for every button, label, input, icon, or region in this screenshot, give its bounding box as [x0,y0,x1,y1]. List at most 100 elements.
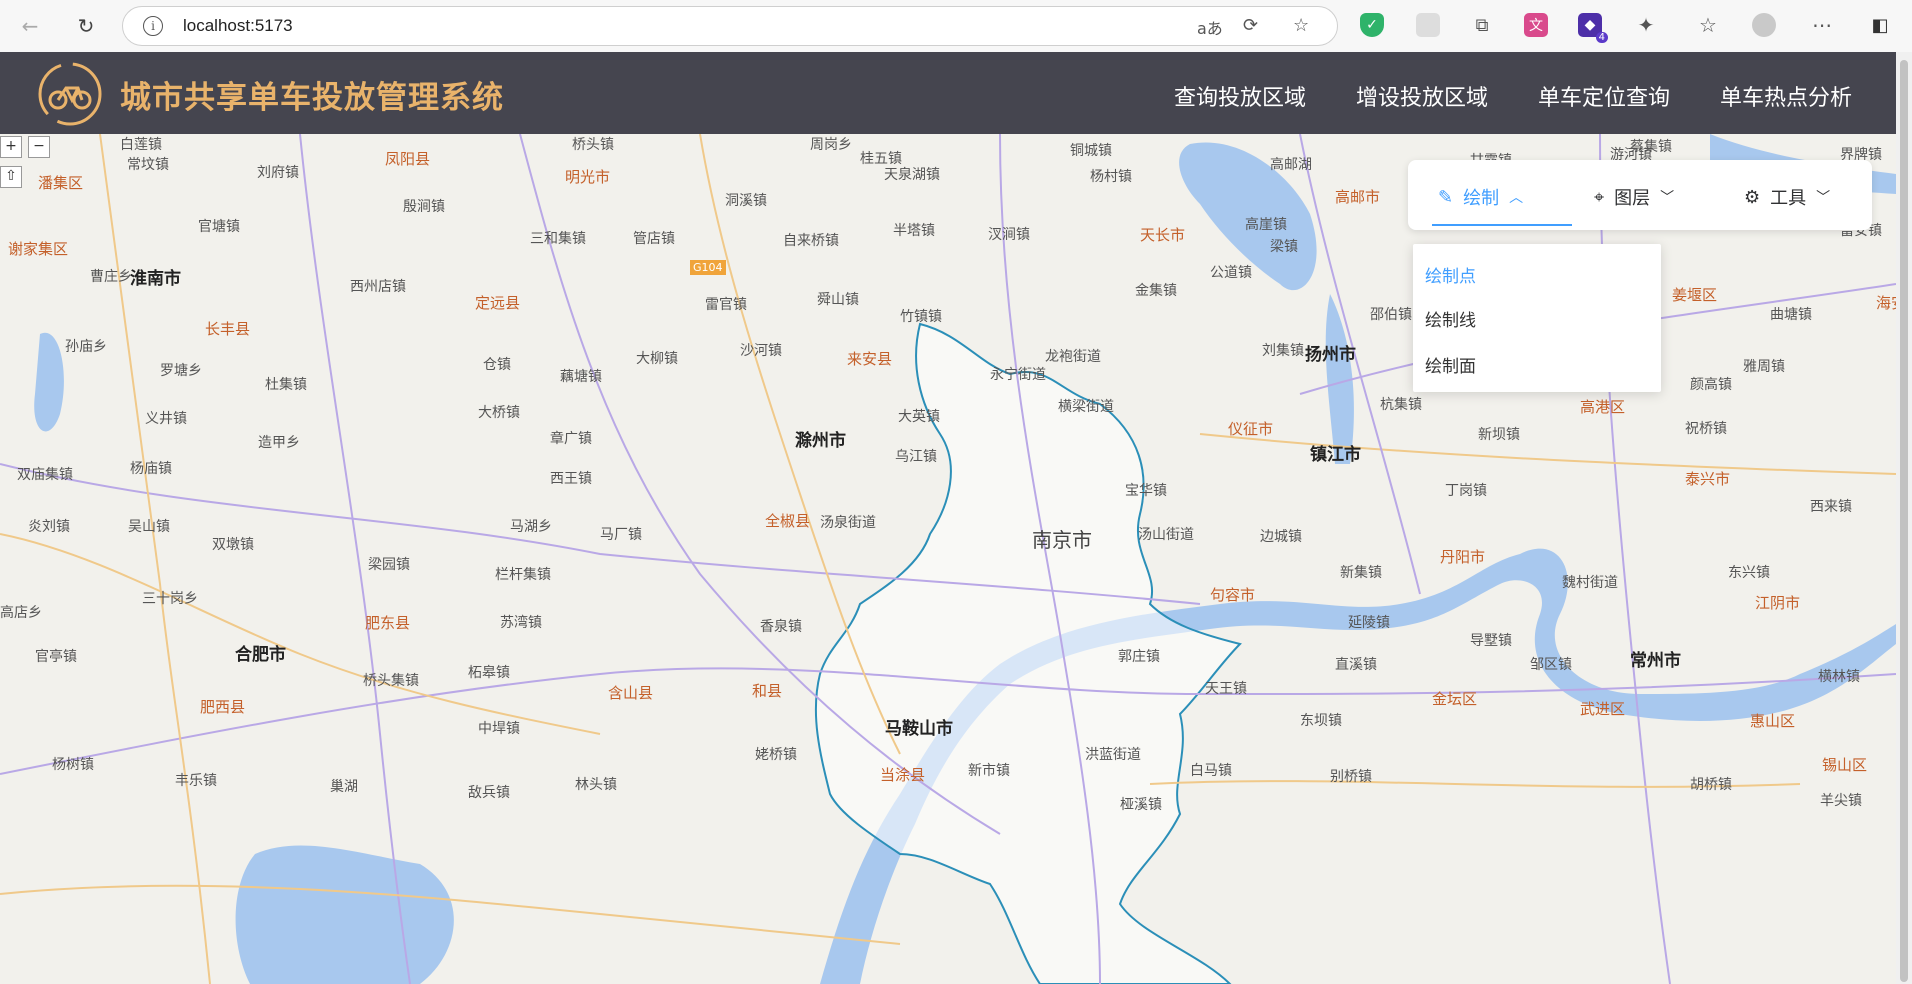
map-label: 竹镇镇 [900,309,942,325]
location-pin-icon: ⌖ [1594,186,1605,208]
map-label: 高崖镇 [1245,217,1287,233]
map-label: 罗塘乡 [160,363,202,379]
map-label: 新市镇 [968,763,1010,779]
map-label: 合肥市 [235,645,286,665]
map-label: 姥桥镇 [755,747,797,763]
map-label: 白马镇 [1190,763,1232,779]
map-label: 锡山区 [1822,756,1868,774]
nav-add-area[interactable]: 增设投放区域 [1356,80,1488,112]
tools-menu-button[interactable]: ⚙ 工具 ﹀ [1744,184,1830,210]
map-label: 别桥镇 [1330,769,1372,785]
map-label: 淮南市 [130,269,181,289]
map-label: 江阴市 [1755,594,1801,612]
refresh-icon[interactable]: ↻ [70,10,102,42]
read-aloud-icon[interactable]: aあ [1197,15,1223,39]
map-label: 吴山镇 [128,519,170,535]
map-label: 三和集镇 [530,231,586,247]
draw-dropdown-menu: 绘制点 绘制线 绘制面 [1413,244,1661,392]
map-label: 梁镇 [1270,239,1298,255]
map-label: 邹区镇 [1530,657,1572,673]
layer-menu-button[interactable]: ⌖ 图层 ﹀ [1594,184,1674,210]
favorite-star-icon[interactable]: ☆ [1293,15,1309,36]
map-label: 金坛区 [1432,690,1478,708]
map-label: 杜集镇 [265,377,307,393]
map-label: 苏湾镇 [500,615,542,631]
map-label: 滁州市 [795,431,846,451]
map-label: 双墩镇 [212,537,254,553]
map-label: 镇江市 [1310,445,1361,465]
map-label: 藕塘镇 [560,369,602,385]
shield-extension-icon[interactable]: ✓ [1360,13,1384,37]
map-label: 天王镇 [1205,681,1247,697]
zoom-in-button[interactable]: + [0,136,22,158]
map-label: 高港区 [1580,398,1626,416]
translate-extension-icon[interactable]: 文 [1524,13,1548,37]
map-label: 半塔镇 [893,223,935,239]
map-label: 三十岗乡 [142,591,198,607]
app-title: 城市共享单车投放管理系统 [120,80,504,116]
nav-hotspot-analysis[interactable]: 单车热点分析 [1720,80,1852,112]
map-label: 柘皋镇 [468,665,510,681]
draw-menu-button[interactable]: ✎ 绘制 ︿ [1438,184,1523,210]
map-label: 颜高镇 [1690,377,1732,393]
more-icon[interactable]: ⋯ [1810,13,1834,37]
map-label: 白莲镇 [120,137,162,153]
map-label: 惠山区 [1750,712,1796,730]
map-label: 杨树镇 [52,757,94,773]
draw-point-item[interactable]: 绘制点 [1425,262,1476,287]
draw-polygon-item[interactable]: 绘制面 [1425,352,1476,377]
map-label: 杨村镇 [1090,169,1132,185]
map-label: 管店镇 [633,231,675,247]
map-label: 马鞍山市 [885,719,953,739]
map-label: 天长市 [1140,226,1186,244]
nav-bike-locate[interactable]: 单车定位查询 [1538,80,1670,112]
map-label: 巢湖 [330,779,358,795]
reset-view-button[interactable]: ⇧ [0,166,22,188]
map-label: 仓镇 [483,357,511,373]
map-label: 仪征市 [1228,420,1274,438]
collections-icon[interactable]: ⧉ [1470,13,1494,37]
info-icon[interactable]: i [143,16,163,36]
map-label: 高邮湖 [1270,157,1312,173]
map-label: 孙庙乡 [65,339,107,355]
draw-label: 绘制 [1463,188,1500,209]
map-label: 魏村街道 [1562,575,1618,591]
map-label: 杭集镇 [1380,397,1422,413]
map-label: 丁岗镇 [1445,483,1487,499]
map-label: 林头镇 [575,777,617,793]
top-nav: 查询投放区域 增设投放区域 单车定位查询 单车热点分析 [1174,80,1852,112]
map-label: 扬州市 [1305,345,1356,365]
sidebar-icon[interactable]: ◧ [1868,13,1892,37]
map-label: 东兴镇 [1728,565,1770,581]
bicycle-logo-icon [38,62,102,126]
map-label: 横梁街道 [1058,399,1114,415]
app-header: 城市共享单车投放管理系统 查询投放区域 增设投放区域 单车定位查询 单车热点分析 [0,52,1896,134]
map-label: 东坝镇 [1300,713,1342,729]
nav-query-area[interactable]: 查询投放区域 [1174,80,1306,112]
map-label: 舜山镇 [817,292,859,308]
draw-line-item[interactable]: 绘制线 [1425,306,1476,331]
map-label: 边城镇 [1260,529,1302,545]
chevron-down-icon: ﹀ [1816,190,1831,206]
map-label: 凤阳县 [385,150,431,168]
scrollbar-thumb[interactable] [1900,60,1908,982]
chevron-up-icon: ︿ [1509,190,1524,206]
map-label: G104 [690,260,726,275]
extension-badge-icon[interactable]: ◆ 4 [1578,13,1608,43]
favorites-icon[interactable]: ☆ [1696,13,1720,37]
refresh-page-icon[interactable]: ⟳ [1243,15,1258,36]
map-label: 中垾镇 [478,721,520,737]
map-label: 常州市 [1630,651,1681,671]
page-scrollbar[interactable] [1896,52,1912,984]
extension-icon[interactable] [1416,13,1440,37]
map-label: 造甲乡 [258,435,300,451]
extensions-puzzle-icon[interactable]: ✦ [1634,13,1658,37]
map-label: 曲塘镇 [1770,307,1812,323]
profile-avatar-icon[interactable] [1752,13,1776,37]
map-label: 马湖乡 [510,519,552,535]
zoom-out-button[interactable]: − [28,136,50,158]
map-label: 横林镇 [1818,669,1860,685]
back-icon[interactable]: ← [14,10,46,42]
map-label: 武进区 [1580,700,1626,718]
address-bar[interactable]: i localhost:5173 aあ ⟳ ☆ [122,6,1338,46]
